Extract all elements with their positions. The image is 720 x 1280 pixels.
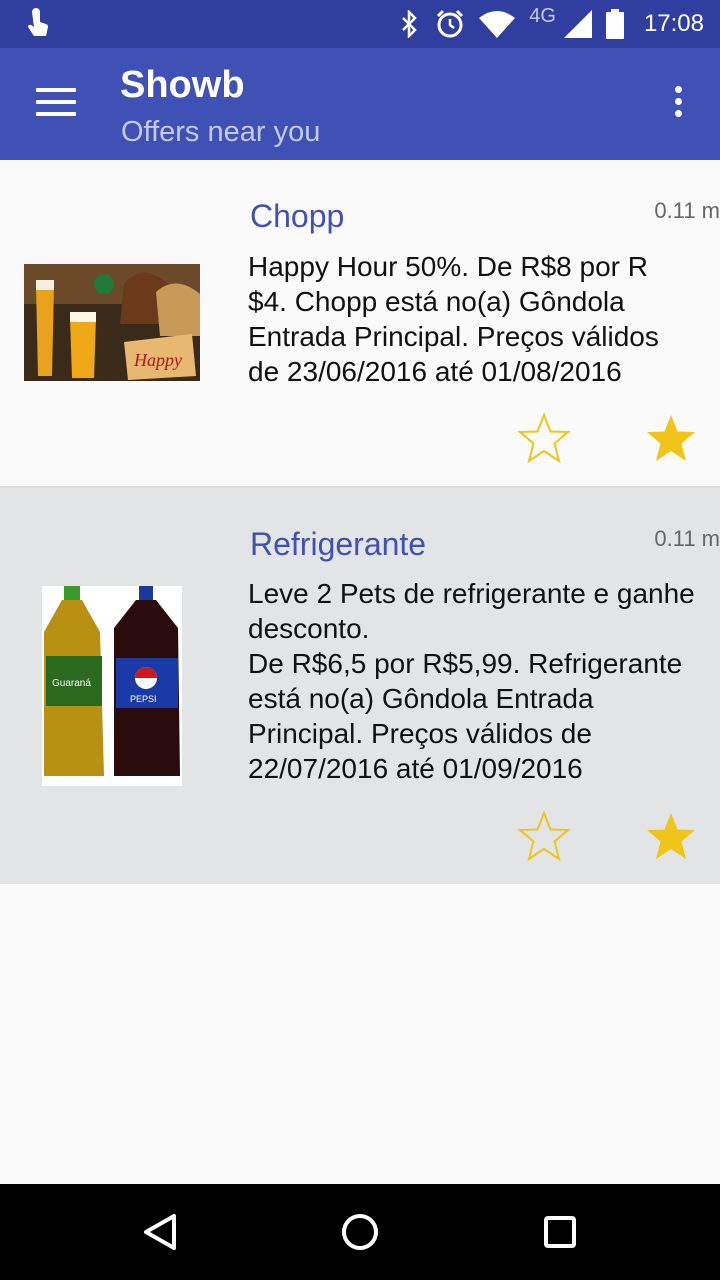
star-filled-icon[interactable] bbox=[644, 810, 698, 862]
battery-icon bbox=[605, 9, 624, 39]
alarm-icon bbox=[437, 9, 464, 38]
home-icon[interactable] bbox=[336, 1208, 384, 1256]
more-options-icon[interactable] bbox=[672, 86, 684, 126]
navigation-bar bbox=[0, 1184, 720, 1280]
status-icons: 4G 17:08 bbox=[399, 0, 704, 48]
offer-distance: 0.11 m bbox=[654, 526, 720, 551]
app-title: Showb bbox=[120, 64, 245, 106]
touch-icon bbox=[27, 8, 49, 36]
wifi-icon bbox=[479, 11, 516, 38]
soda-bottles-image: Guaraná PEPSI bbox=[42, 586, 182, 786]
offer-card[interactable]: Guaraná PEPSI Refrigerante 0.11 m Leve 2… bbox=[0, 488, 720, 884]
offer-title: Chopp bbox=[250, 198, 345, 234]
offer-description: Happy Hour 50%. De R$8 por R $4. Chopp e… bbox=[248, 251, 659, 387]
clock: 17:08 bbox=[643, 10, 704, 37]
status-bar: 4G 17:08 bbox=[0, 0, 720, 48]
svg-text:Guaraná: Guaraná bbox=[52, 678, 91, 689]
offer-title: Refrigerante bbox=[250, 526, 427, 562]
signal-icon bbox=[563, 10, 592, 38]
offer-description: Leve 2 Pets de refrigerante e ganhe desc… bbox=[248, 578, 695, 784]
svg-text:Happy: Happy bbox=[133, 350, 182, 370]
offer-distance: 0.11 m bbox=[654, 198, 720, 223]
menu-icon[interactable] bbox=[36, 88, 76, 120]
star-outline-icon[interactable] bbox=[517, 412, 571, 464]
back-icon[interactable] bbox=[136, 1208, 184, 1256]
bluetooth-icon bbox=[402, 10, 418, 38]
app-bar: Showb Offers near you bbox=[0, 48, 720, 160]
svg-text:PEPSI: PEPSI bbox=[130, 694, 157, 704]
star-outline-icon[interactable] bbox=[517, 810, 571, 862]
recent-apps-icon[interactable] bbox=[536, 1208, 584, 1256]
offer-card[interactable]: Happy Chopp 0.11 m Happy Hour 50%. De R$… bbox=[0, 160, 720, 488]
star-filled-icon[interactable] bbox=[644, 412, 698, 464]
network-type: 4G bbox=[529, 4, 556, 27]
happy-hour-beer-image: Happy bbox=[24, 264, 200, 381]
app-subtitle: Offers near you bbox=[121, 116, 321, 148]
